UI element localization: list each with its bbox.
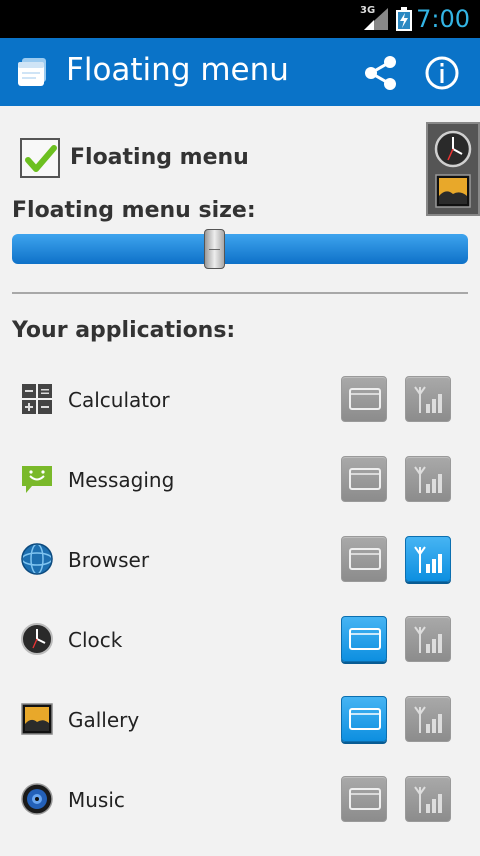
signal-toggle-button[interactable] xyxy=(405,536,451,582)
app-name: Browser xyxy=(68,548,150,572)
window-toggle-button[interactable] xyxy=(341,376,387,422)
menu-size-label: Floating menu size: xyxy=(12,198,256,223)
share-icon[interactable] xyxy=(362,54,400,92)
checkmark-icon xyxy=(25,145,57,172)
app-row-messaging[interactable]: Messaging xyxy=(0,440,480,520)
window-toggle-button[interactable] xyxy=(341,616,387,662)
antenna-signal-icon xyxy=(414,386,442,413)
info-icon[interactable] xyxy=(424,55,460,91)
app-name: Calculator xyxy=(68,388,170,412)
signal-toggle-button[interactable] xyxy=(405,616,451,662)
window-icon xyxy=(349,548,381,570)
antenna-signal-icon xyxy=(414,626,442,653)
status-bar: 3G 7:00 xyxy=(0,0,480,38)
signal-icon xyxy=(364,8,388,30)
music-icon xyxy=(21,783,53,815)
antenna-signal-icon xyxy=(414,786,442,813)
signal-toggle-button[interactable] xyxy=(405,376,451,422)
signal-toggle-button[interactable] xyxy=(405,456,451,502)
app-row-clock[interactable]: Clock xyxy=(0,600,480,680)
window-toggle-button[interactable] xyxy=(341,456,387,502)
window-icon xyxy=(349,388,381,410)
menu-size-slider-thumb[interactable] xyxy=(204,229,225,269)
app-name: Clock xyxy=(68,628,123,652)
window-icon xyxy=(349,788,381,810)
window-toggle-button[interactable] xyxy=(341,776,387,822)
app-row-browser[interactable]: Browser xyxy=(0,520,480,600)
preview-icons xyxy=(434,130,472,208)
app-name: Gallery xyxy=(68,708,140,732)
clock-icon xyxy=(21,623,53,655)
action-bar: Floating menu xyxy=(0,38,480,106)
antenna-signal-icon xyxy=(414,706,442,733)
window-toggle-button[interactable] xyxy=(341,696,387,742)
floating-menu-label[interactable]: Floating menu xyxy=(70,145,249,170)
messaging-icon xyxy=(22,466,52,493)
app-logo-icon xyxy=(18,58,46,86)
signal-toggle-button[interactable] xyxy=(405,776,451,822)
app-row-gallery[interactable]: Gallery xyxy=(0,680,480,760)
antenna-signal-icon xyxy=(414,546,442,573)
signal-toggle-button[interactable] xyxy=(405,696,451,742)
section-divider xyxy=(12,292,468,294)
app-row-music[interactable]: Music xyxy=(0,760,480,840)
window-icon xyxy=(349,468,381,490)
gallery-icon xyxy=(21,703,53,735)
calculator-icon xyxy=(22,384,52,414)
page-title: Floating menu xyxy=(66,52,289,88)
applications-heading: Your applications: xyxy=(12,318,236,343)
window-icon xyxy=(349,628,381,650)
window-toggle-button[interactable] xyxy=(341,536,387,582)
window-icon xyxy=(349,708,381,730)
floating-menu-checkbox[interactable] xyxy=(20,138,60,178)
app-name: Music xyxy=(68,788,125,812)
app-name: Messaging xyxy=(68,468,175,492)
battery-charging-icon xyxy=(396,7,412,31)
antenna-signal-icon xyxy=(414,466,442,493)
clock-time: 7:00 xyxy=(416,5,470,33)
browser-icon xyxy=(21,543,53,575)
app-row-calculator[interactable]: Calculator xyxy=(0,360,480,440)
floating-menu-preview[interactable] xyxy=(426,122,480,216)
menu-size-slider-track[interactable] xyxy=(12,234,468,264)
